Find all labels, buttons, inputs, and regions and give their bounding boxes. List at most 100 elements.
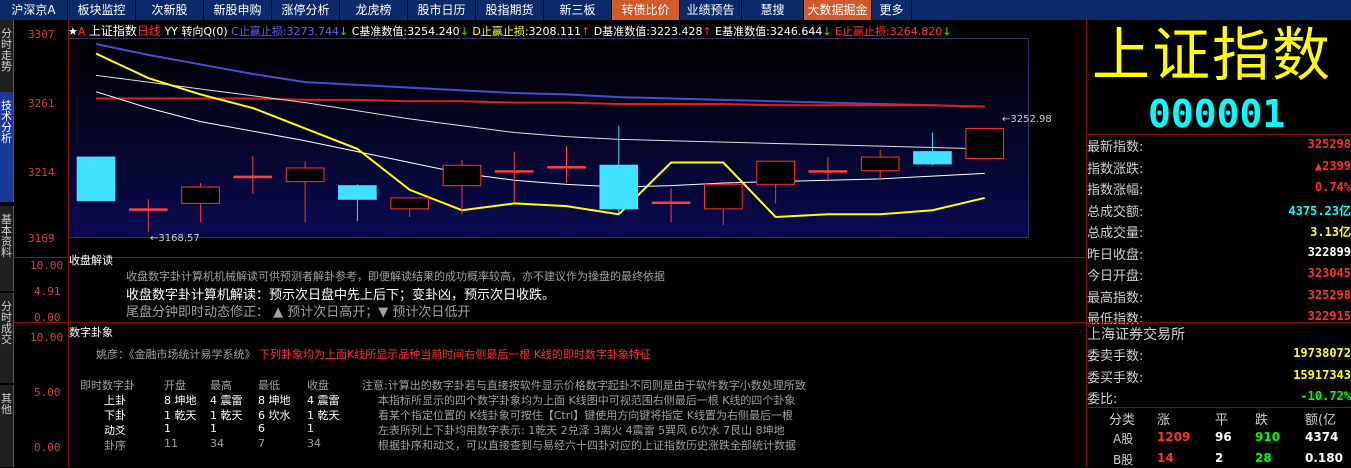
nav-item-11[interactable]: 慧搜 <box>742 0 804 20</box>
nav-item-0[interactable]: 沪深京A <box>0 0 68 20</box>
hex-note: 看某个指定位置的 K线卦象可按住【Ctrl】键使用方向键将指定 K线置为右侧最后… <box>378 409 793 422</box>
candlestick-chart[interactable] <box>68 38 1029 238</box>
top-nav-bar: 沪深京A 板块监控 次新股 新股申购 涨停分析 龙虎榜 股市日历 股指期货 新三板 转债比价 业绩预… <box>0 0 1351 20</box>
e-stop-value: 3264.820 <box>889 25 943 38</box>
c-base-value: 3254.240 <box>407 25 460 38</box>
hex-cell: 1 乾天 <box>307 409 340 422</box>
candle-body <box>128 208 168 211</box>
hex-header: 最高 <box>210 379 232 392</box>
panel2-tick-bot: 0.00 <box>34 311 61 324</box>
indicator-name[interactable]: 转向Q(0) <box>181 25 227 38</box>
left-tab-2[interactable]: 基本资料 <box>0 206 14 291</box>
divider <box>13 322 1087 323</box>
candle-body <box>181 186 220 204</box>
breadth-cell: 14 <box>1157 451 1174 465</box>
price-tick-label: 3169 <box>28 232 55 245</box>
hex-cell: 8 坤地 <box>164 394 197 407</box>
hex-cell: 1 <box>164 422 171 435</box>
hex-cell: 1 乾天 <box>210 409 243 422</box>
e-stop-arrow: ↓ <box>942 25 952 38</box>
e-base-label: E基准数值: <box>715 25 770 38</box>
quote-row: 总成交量: 3.13亿 <box>1087 220 1351 242</box>
divider <box>68 20 69 467</box>
nav-item-4[interactable]: 涨停分析 <box>272 0 340 20</box>
quote-value: 3.13亿 <box>1310 225 1351 239</box>
d-base-label: D基准数值: <box>593 25 650 38</box>
panel2-tick-top: 10.00 <box>30 259 64 272</box>
nav-item-12[interactable]: 大数据掘金 <box>804 0 872 20</box>
breadth-header: 额(亿 <box>1305 413 1337 428</box>
nav-item-3[interactable]: 新股申购 <box>204 0 272 20</box>
divider <box>13 257 1087 258</box>
order-label: 委卖手数: <box>1087 349 1144 364</box>
interpretation-disclaimer: 收盘数字卦计算机机械解读可供预测者解卦参考，即便解读结果的成功概率较高，亦不建议… <box>126 270 665 283</box>
quote-value: 0.74% <box>1314 180 1351 194</box>
chart-period[interactable]: 日线 <box>137 24 161 38</box>
candle-body <box>76 156 116 202</box>
series-line-yellow <box>95 52 985 219</box>
nav-item-9[interactable]: 转债比价 <box>612 0 680 20</box>
hex-cell: 1 乾天 <box>164 409 197 422</box>
left-tab-1[interactable]: 技术分析 <box>0 92 14 202</box>
hex-cell: 4 震雷 <box>307 394 340 407</box>
hex-cell: 1 <box>307 422 314 435</box>
source-line: 姚彦：《金融市场统计易学系统》 下列卦象均为上面K线所显示品种当前时间右侧最后一… <box>96 346 651 362</box>
hex-cell: 6 坎水 <box>258 409 291 422</box>
source-note: 下列卦象均为上面K线所显示品种当前时间右侧最后一根 K线的即时数字卦象特征 <box>259 348 651 361</box>
candle-body <box>494 170 534 173</box>
breadth-header: 涨 <box>1157 413 1171 428</box>
price-axis <box>13 20 68 257</box>
nav-item-13[interactable]: 更多 <box>872 0 912 20</box>
quote-row: 昨日收盘: 322899 <box>1087 242 1351 264</box>
panel2-title: 收盘解读 <box>69 254 113 267</box>
left-tab-label: 分时成交 <box>1 300 12 346</box>
order-value: 19738072 <box>1293 346 1351 360</box>
quote-value: 325298 <box>1307 137 1351 151</box>
nav-item-5[interactable]: 龙虎榜 <box>340 0 408 20</box>
quote-row: 指数涨幅: 0.74% <box>1087 177 1351 199</box>
hex-cell: 6 <box>258 422 265 435</box>
quote-value: 4375.23亿 <box>1288 203 1351 218</box>
ruler-icon[interactable]: A <box>78 25 86 38</box>
panel3-title: 数字卦象 <box>69 326 113 339</box>
left-tab-label: 其他 <box>1 392 12 416</box>
panel3-tick-top: 10.00 <box>30 331 64 344</box>
left-tab-label: 技术分析 <box>1 99 12 145</box>
index-code: 000001 <box>1148 92 1286 136</box>
left-tab-3[interactable]: 分时成交 <box>0 293 14 383</box>
nav-item-1[interactable]: 板块监控 <box>68 0 136 20</box>
c-base-arrow: ↓ <box>459 25 469 38</box>
hex-note: 注意:计算出的数字卦若与直接按软件显示价格数字起卦不同则是由于软件数字小数处理所… <box>362 379 806 392</box>
breadth-cell: 0.180 <box>1305 451 1343 465</box>
candle-body <box>285 167 325 183</box>
nav-item-7[interactable]: 股指期货 <box>476 0 544 20</box>
star-icon[interactable]: ★ <box>68 25 78 38</box>
series-line-blue <box>95 43 985 108</box>
breadth-cell: 28 <box>1255 451 1272 465</box>
hex-cell: 上卦 <box>104 394 126 407</box>
order-row: 委卖手数: 19738072 <box>1087 343 1351 365</box>
chart-title: 上证指数 <box>88 24 137 38</box>
price-tick-label: 3261 <box>28 97 55 110</box>
hex-cell: 34 <box>307 437 321 450</box>
left-tab-4[interactable]: 其他 <box>0 385 14 467</box>
quote-label: 指数涨幅: <box>1087 183 1144 198</box>
left-tab-label: 分时走势 <box>1 27 12 73</box>
hex-cell: 8 坤地 <box>258 394 291 407</box>
hex-cell: 1 <box>210 422 217 435</box>
nav-item-8[interactable]: 新三板 <box>544 0 612 20</box>
nav-item-2[interactable]: 次新股 <box>136 0 204 20</box>
quote-label: 总成交量: <box>1087 226 1144 241</box>
order-value: 15917343 <box>1293 367 1351 382</box>
panel3-tick-mid: 5.00 <box>34 386 61 399</box>
d-base-arrow: ↑ <box>702 25 712 38</box>
candle-body <box>756 160 795 185</box>
intraday-revision: 尾盘分钟即时动态修正： ▲ 预计次日高开；▼ 预计次日低开 <box>126 305 471 320</box>
quote-value: 322915 <box>1307 309 1351 323</box>
quote-label: 今日开盘: <box>1087 269 1144 284</box>
nav-item-10[interactable]: 业绩预告 <box>680 0 742 20</box>
index-name-big: 上证指数 <box>1092 21 1333 89</box>
nav-item-6[interactable]: 股市日历 <box>408 0 476 20</box>
order-row: 委买手数: 15917343 <box>1087 365 1351 387</box>
hex-cell: 7 <box>258 437 265 450</box>
